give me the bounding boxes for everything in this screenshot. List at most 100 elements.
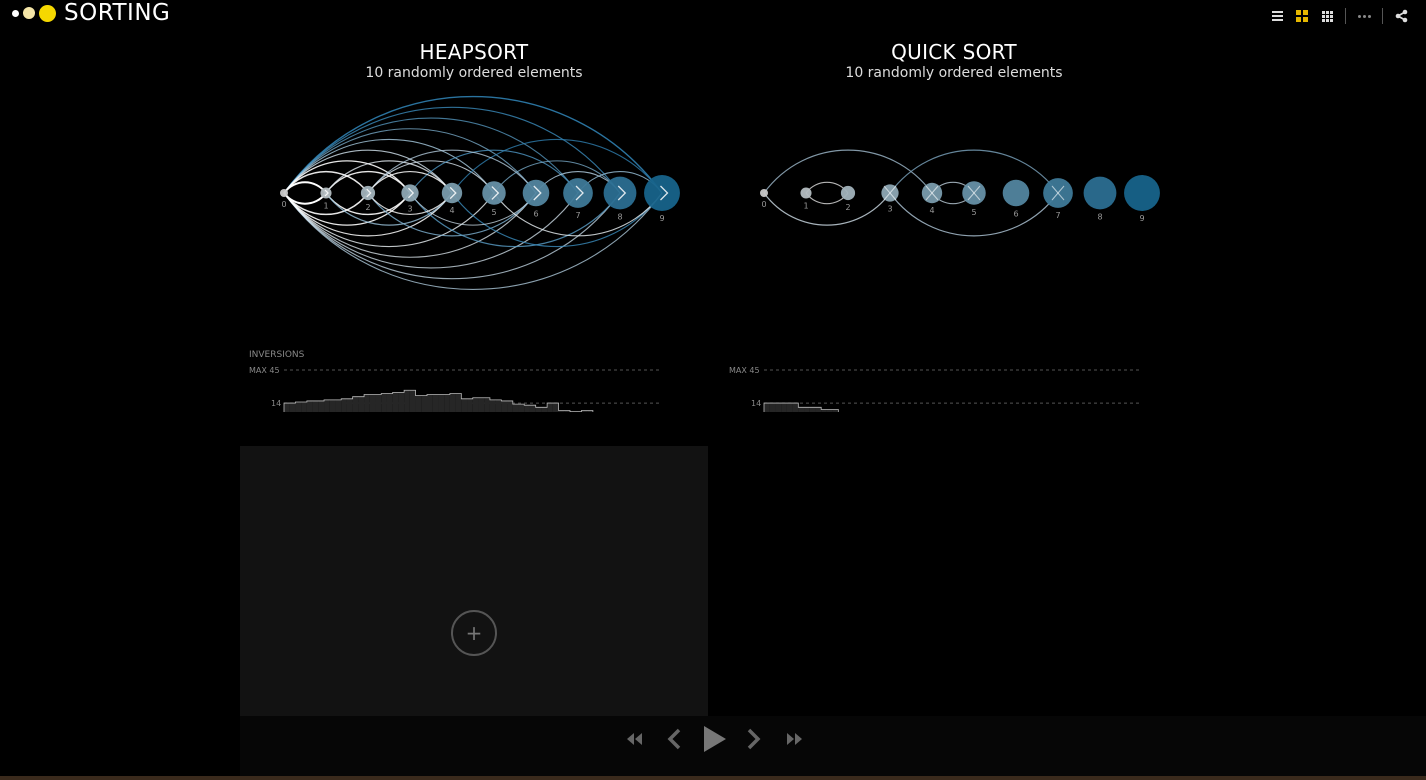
- histogram-bar: [375, 394, 382, 412]
- histogram-bar: [335, 399, 342, 412]
- node-label: 3: [407, 205, 412, 214]
- node-label: 0: [281, 200, 286, 209]
- histogram-bar: [329, 399, 336, 412]
- histogram-bar: [781, 403, 787, 412]
- heapsort-panel: HEAPSORT 10 randomly ordered elements 0 1…: [240, 40, 708, 412]
- node-label: 6: [1013, 209, 1018, 218]
- histogram-bar: [421, 395, 427, 412]
- list-icon[interactable]: [1270, 9, 1284, 23]
- node-label: 8: [1097, 212, 1102, 221]
- node-label: 2: [845, 203, 850, 212]
- histogram-bar: [535, 407, 542, 412]
- histogram-bar: [312, 400, 319, 412]
- element-node: [800, 187, 812, 199]
- node-label: 5: [491, 208, 496, 217]
- histogram-bar: [318, 400, 325, 412]
- app-logo: SORTING: [12, 0, 171, 26]
- element-node: [482, 181, 506, 205]
- element-node: [603, 176, 637, 210]
- histogram-bar: [547, 403, 553, 412]
- histogram-bar: [386, 393, 393, 412]
- element-node: [840, 185, 856, 201]
- element-node: [441, 182, 463, 204]
- node-label: 2: [365, 203, 370, 212]
- histogram-axis-label: INVERSIONS: [249, 350, 305, 360]
- histogram-bar: [461, 398, 468, 412]
- node-label: 7: [1055, 211, 1060, 220]
- toolbar-divider: [1345, 8, 1346, 24]
- node-label: 9: [659, 214, 664, 223]
- panel-title: QUICK SORT: [891, 40, 1017, 64]
- more-icon[interactable]: [1357, 9, 1371, 23]
- element-node: [1124, 175, 1160, 211]
- node-label: 0: [761, 200, 766, 209]
- share-icon[interactable]: [1394, 9, 1408, 23]
- node-label: 9: [1139, 214, 1144, 223]
- histogram-bar: [489, 399, 496, 412]
- histogram-bar: [438, 394, 445, 412]
- histogram-bar: [775, 403, 782, 412]
- histogram-bar: [524, 405, 530, 412]
- element-node: [360, 185, 376, 201]
- element-node: [320, 187, 332, 199]
- histogram-bar: [301, 402, 307, 412]
- histogram-bar: [398, 392, 405, 412]
- swap-arc: [763, 192, 891, 226]
- step-forward-icon[interactable]: [746, 728, 762, 750]
- histogram-bar: [786, 403, 793, 412]
- histogram-bar: [358, 396, 365, 412]
- histogram-bar: [798, 407, 805, 412]
- grid-4-icon[interactable]: [1295, 9, 1309, 23]
- histogram-bar: [324, 399, 330, 412]
- fast-forward-icon[interactable]: [784, 732, 804, 746]
- histogram-bar: [346, 398, 353, 412]
- add-visualization-panel[interactable]: +: [240, 446, 708, 716]
- play-icon[interactable]: [702, 724, 728, 754]
- app-title: SORTING: [64, 0, 171, 26]
- histogram-bar: [512, 404, 519, 412]
- histogram-bar: [541, 407, 548, 412]
- node-label: 6: [533, 209, 538, 218]
- histogram-bar: [529, 405, 536, 412]
- element-node: [280, 189, 288, 197]
- histogram-bar: [392, 392, 399, 412]
- rewind-icon[interactable]: [625, 732, 645, 746]
- zero-label: 0: [757, 411, 762, 412]
- panel-title: HEAPSORT: [419, 40, 529, 64]
- histogram-bar: [467, 398, 473, 412]
- histogram-bar: [415, 395, 422, 412]
- view-toolbar: [1270, 8, 1408, 24]
- node-label: 5: [971, 208, 976, 217]
- histogram-bar: [404, 390, 410, 412]
- histogram-bar: [769, 403, 776, 412]
- node-label: 4: [929, 206, 934, 215]
- quicksort-inversions-histogram: MAX 4514005102025303540455055606515: [729, 366, 1142, 412]
- node-label: 1: [323, 202, 328, 211]
- histogram-bar: [381, 393, 387, 412]
- histogram-bar: [369, 394, 376, 412]
- histogram-bar: [495, 399, 502, 412]
- mid-label: 14: [271, 399, 281, 408]
- swap-arc: [283, 192, 327, 205]
- element-node: [760, 189, 768, 197]
- logo-dot-small: [12, 9, 19, 17]
- node-label: 3: [887, 205, 892, 214]
- step-back-icon[interactable]: [666, 728, 682, 750]
- heapsort-inversions-histogram: INVERSIONSMAX 45140051015202530354045505…: [249, 350, 662, 412]
- node-label: 7: [575, 211, 580, 220]
- add-button[interactable]: +: [451, 610, 497, 656]
- histogram-bar: [444, 394, 450, 412]
- histogram-bar: [809, 407, 816, 412]
- histogram-bar: [432, 394, 439, 412]
- grid-9-icon[interactable]: [1320, 9, 1334, 23]
- histogram-bar: [364, 394, 370, 412]
- max-label: MAX 45: [249, 366, 280, 375]
- element-node: [563, 178, 593, 208]
- histogram-bar: [764, 403, 770, 412]
- panel-subtitle: 10 randomly ordered elements: [845, 65, 1063, 81]
- bottom-edge: [0, 776, 1426, 780]
- histogram-bar: [484, 397, 490, 412]
- element-node: [522, 179, 550, 207]
- toolbar-divider: [1382, 8, 1383, 24]
- zero-label: 0: [277, 411, 282, 412]
